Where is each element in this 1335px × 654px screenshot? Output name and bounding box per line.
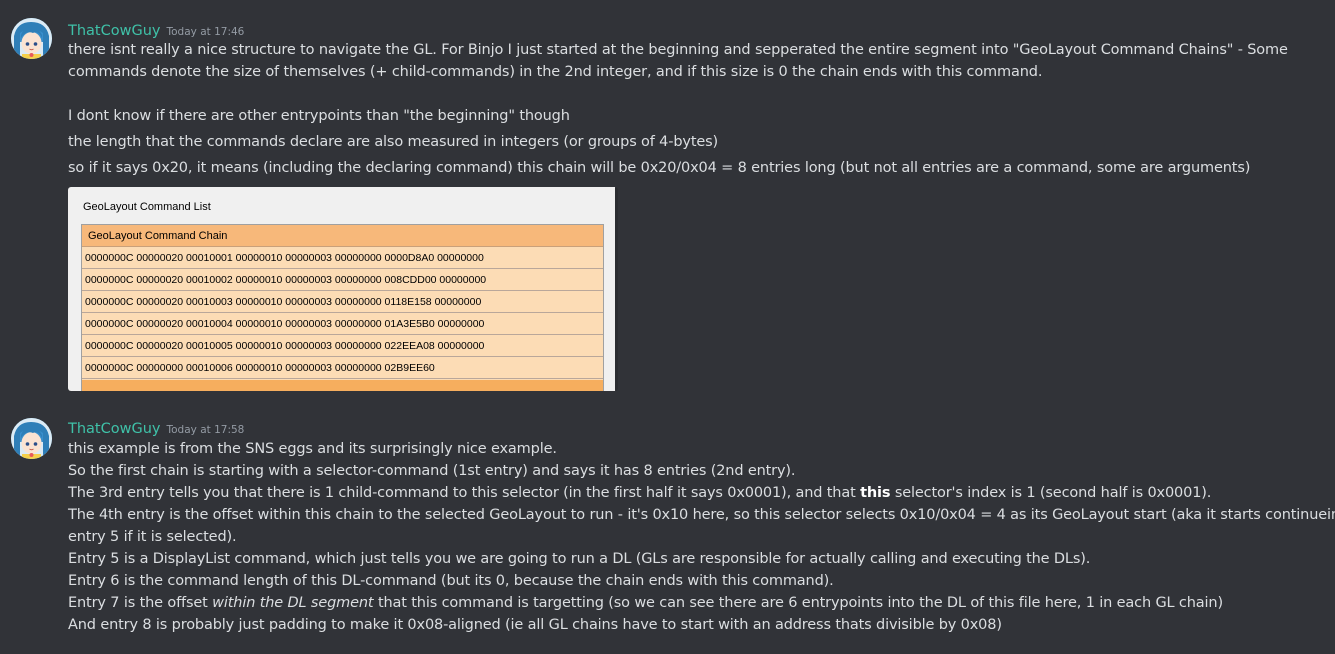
list-footer	[82, 380, 603, 391]
text-segment: Entry 7 is the offset	[68, 595, 213, 611]
list-item: 0000000C 00000020 00010004 00000010 0000…	[82, 313, 603, 335]
image-attachment[interactable]: GeoLayout Command List GeoLayout Command…	[68, 187, 618, 391]
message-line: this example is from the SNS eggs and it…	[68, 441, 557, 457]
user-avatar[interactable]	[11, 418, 52, 459]
message-line: The 4th entry is the offset within this …	[68, 507, 1335, 523]
message-line: Entry 6 is the command length of this DL…	[68, 573, 834, 589]
list-item: 0000000C 00000020 00010001 00000010 0000…	[82, 247, 603, 269]
message-line: the length that the commands declare are…	[68, 134, 719, 150]
timestamp[interactable]: Today at 17:46	[166, 26, 244, 38]
list-item: 0000000C 00000020 00010003 00000010 0000…	[82, 291, 603, 313]
text-segment: selector's index is 1 (second half is 0x…	[890, 485, 1212, 501]
attachment-window-title: GeoLayout Command List	[83, 201, 211, 213]
message-header: ThatCowGuy Today at 17:58	[68, 418, 244, 438]
list-item: 0000000C 00000020 00010002 00000010 0000…	[82, 269, 603, 291]
username[interactable]: ThatCowGuy	[68, 421, 160, 437]
list-item: 0000000C 00000000 00010006 00000010 0000…	[82, 357, 603, 379]
command-list-view: GeoLayout Command Chain 0000000C 0000002…	[81, 224, 604, 391]
message-line: there isnt really a nice structure to na…	[68, 42, 1288, 58]
message-line: The 3rd entry tells you that there is 1 …	[68, 482, 1211, 504]
text-segment: The 3rd entry tells you that there is 1 …	[68, 485, 861, 501]
message-line: I dont know if there are other entrypoin…	[68, 108, 570, 124]
message-line: Entry 7 is the offset within the DL segm…	[68, 592, 1223, 614]
message-line: so if it says 0x20, it means (including …	[68, 160, 1251, 176]
username[interactable]: ThatCowGuy	[68, 23, 160, 39]
text-segment: that this command is targetting (so we c…	[373, 595, 1223, 611]
bold-text: this	[860, 485, 891, 501]
message-line: Entry 5 is a DisplayList command, which …	[68, 551, 1091, 567]
message-header: ThatCowGuy Today at 17:46	[68, 20, 244, 40]
message-line: So the first chain is starting with a se…	[68, 463, 796, 479]
list-item: 0000000C 00000020 00010005 00000010 0000…	[82, 335, 603, 357]
message-line: entry 5 if it is selected).	[68, 529, 237, 545]
timestamp[interactable]: Today at 17:58	[166, 424, 244, 436]
message-line: And entry 8 is probably just padding to …	[68, 617, 1002, 633]
message-line: commands denote the size of themselves (…	[68, 64, 1043, 80]
column-header: GeoLayout Command Chain	[82, 225, 603, 247]
anime-avatar-icon	[11, 18, 52, 59]
user-avatar[interactable]	[11, 18, 52, 59]
italic-text: within the DL segment	[212, 595, 374, 611]
anime-avatar-icon	[11, 418, 52, 459]
